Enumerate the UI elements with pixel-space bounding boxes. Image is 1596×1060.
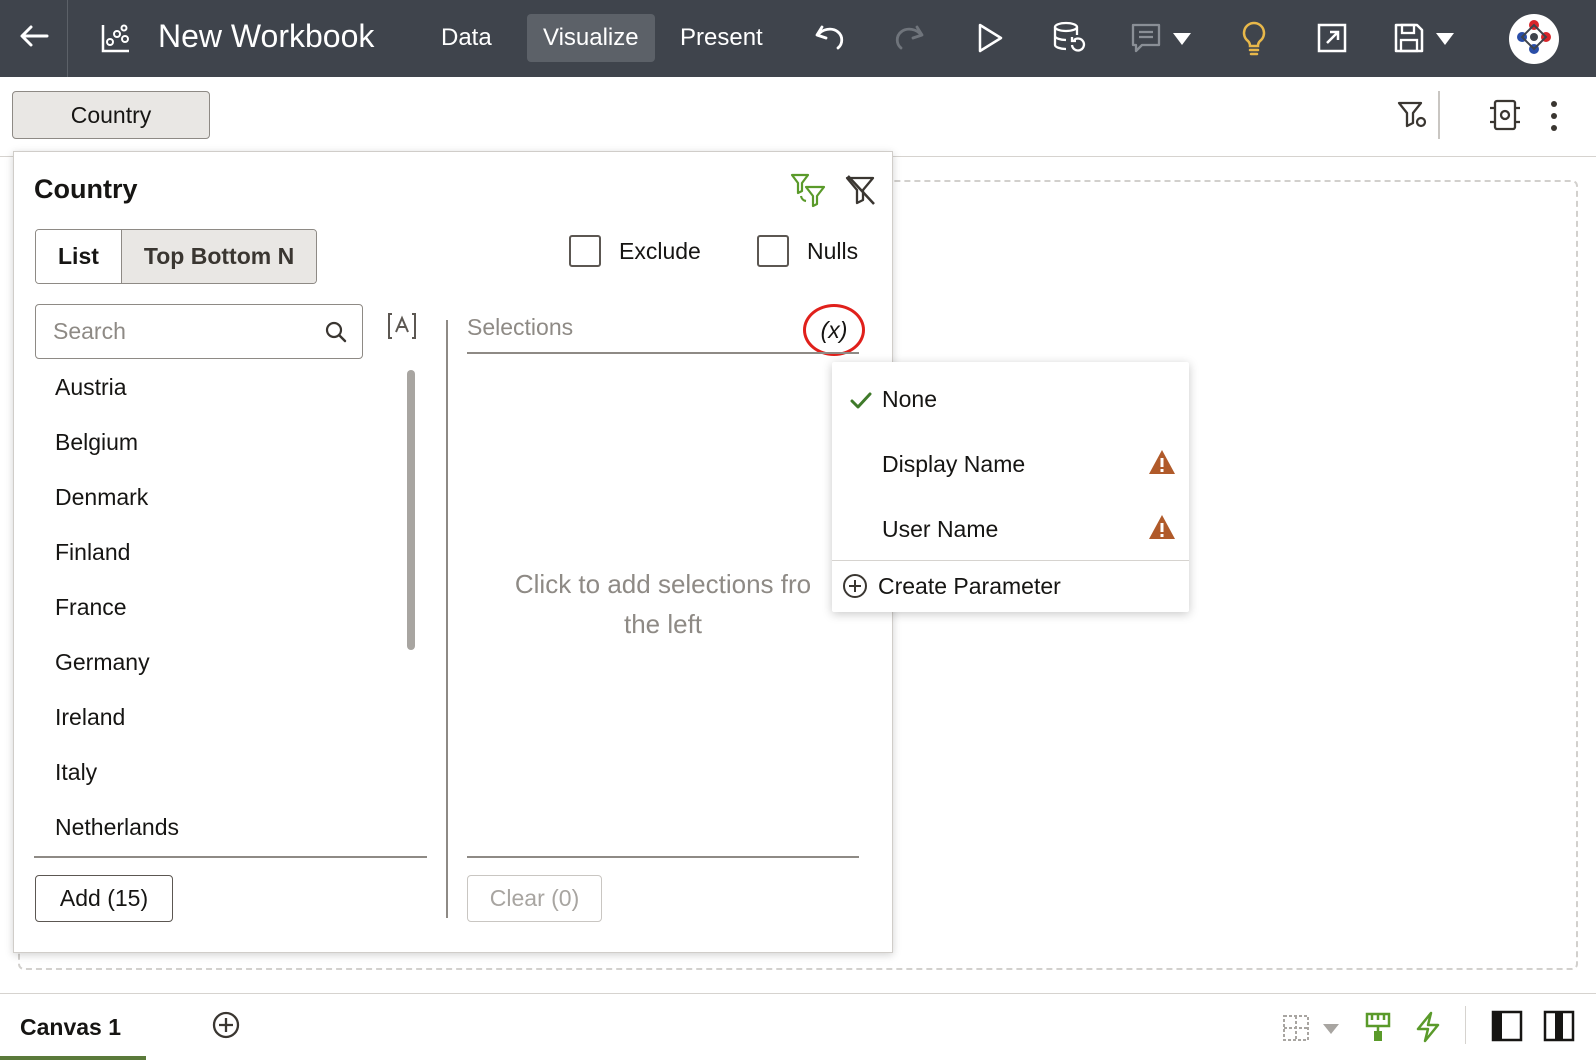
add-button[interactable]: Add (15) — [35, 875, 173, 922]
comment-icon[interactable] — [1130, 22, 1162, 54]
redo-icon[interactable] — [893, 23, 925, 53]
comment-dropdown-chevron-icon[interactable] — [1172, 32, 1192, 46]
menu-item-user-name[interactable]: User Name — [832, 497, 1189, 562]
search-icon — [324, 320, 348, 349]
list-item[interactable]: Belgium — [35, 415, 427, 470]
tab-top-bottom-n[interactable]: Top Bottom N — [120, 230, 317, 283]
parameter-menu: None Display Name User Name Create Param… — [832, 362, 1189, 612]
case-sensitive-icon[interactable] — [387, 312, 417, 345]
layout-dropdown-chevron-icon[interactable] — [1322, 1023, 1340, 1035]
list-scrollbar[interactable] — [407, 370, 415, 650]
tab-data[interactable]: Data — [425, 14, 508, 62]
bottom-bar-divider — [1465, 1006, 1466, 1044]
layout-grid-icon[interactable] — [1282, 1014, 1310, 1042]
list-item[interactable]: Finland — [35, 525, 427, 580]
avatar-logo-icon — [1514, 17, 1554, 62]
list-item[interactable]: Netherlands — [35, 800, 427, 855]
nulls-checkbox-box[interactable] — [757, 235, 789, 267]
save-dropdown-chevron-icon[interactable] — [1435, 32, 1455, 46]
warning-icon — [1147, 513, 1177, 547]
country-filter-panel: Country List Top Bottom N Exclude Nulls … — [13, 151, 893, 953]
list-item[interactable]: France — [35, 580, 427, 635]
format-brush-icon[interactable] — [1364, 1011, 1392, 1043]
menu-item-label: None — [882, 386, 937, 412]
tab-canvas-1[interactable]: Canvas 1 — [0, 994, 146, 1060]
workbook-icon — [100, 22, 132, 54]
properties-icon[interactable] — [1488, 98, 1522, 132]
exclude-checkbox[interactable]: Exclude — [569, 235, 701, 267]
country-list: Austria Belgium Denmark Finland France G… — [35, 360, 427, 860]
tab-present[interactable]: Present — [664, 14, 779, 62]
undo-icon[interactable] — [814, 23, 846, 53]
menu-item-label: Display Name — [882, 451, 1026, 477]
menu-item-label: User Name — [882, 516, 999, 542]
export-icon[interactable] — [1316, 22, 1348, 54]
filter-panel-title: Country — [34, 174, 138, 204]
exclude-checkbox-box[interactable] — [569, 235, 601, 267]
selections-bottom-divider — [467, 856, 859, 858]
selections-empty-message: Click to add selections fro the left — [467, 564, 859, 644]
country-filter-pill[interactable]: Country — [12, 91, 210, 139]
lightning-icon[interactable] — [1414, 1011, 1442, 1043]
search-field[interactable] — [35, 304, 363, 359]
more-vertical-icon[interactable] — [1550, 100, 1558, 132]
back-button[interactable] — [0, 0, 68, 77]
tab-visualize[interactable]: Visualize — [527, 14, 655, 62]
nulls-checkbox[interactable]: Nulls — [757, 235, 858, 267]
empty-message-line2: the left — [623, 609, 703, 639]
filter-bar: Country — [0, 77, 1596, 157]
play-icon[interactable] — [976, 22, 1004, 54]
panel-left-icon[interactable] — [1491, 1010, 1523, 1042]
clear-button[interactable]: Clear (0) — [467, 875, 602, 922]
filter-settings-icon[interactable] — [1396, 99, 1428, 131]
avatar[interactable] — [1509, 14, 1559, 64]
active-tab-indicator — [0, 1056, 146, 1060]
clear-filter-icon[interactable] — [844, 174, 876, 206]
list-item[interactable]: Denmark — [35, 470, 427, 525]
selections-divider — [467, 352, 859, 354]
auto-apply-filter-icon[interactable] — [790, 172, 826, 208]
save-icon[interactable] — [1393, 22, 1425, 54]
back-arrow-icon — [19, 24, 49, 53]
bottom-bar: Canvas 1 — [0, 993, 1596, 1060]
menu-item-none[interactable]: None — [832, 367, 1189, 432]
menu-item-display-name[interactable]: Display Name — [832, 432, 1189, 497]
panel-vertical-divider — [446, 320, 448, 918]
top-toolbar: New Workbook Data Visualize Present — [0, 0, 1596, 77]
parameter-button[interactable]: (x) — [803, 304, 865, 356]
filter-mode-toggle: List Top Bottom N — [35, 229, 318, 284]
exclude-label: Exclude — [619, 237, 701, 264]
nulls-label: Nulls — [807, 237, 859, 264]
list-item[interactable]: Italy — [35, 745, 427, 800]
list-item[interactable]: Germany — [35, 635, 427, 690]
filter-bar-divider — [1438, 91, 1440, 139]
data-refresh-icon[interactable] — [1052, 21, 1086, 55]
panel-split-icon[interactable] — [1543, 1010, 1575, 1042]
list-divider — [34, 856, 427, 858]
create-parameter-item[interactable]: Create Parameter — [832, 561, 1189, 611]
search-input[interactable] — [53, 318, 313, 345]
workbook-title[interactable]: New Workbook — [158, 18, 374, 55]
list-item[interactable]: Ireland — [35, 690, 427, 745]
lightbulb-icon[interactable] — [1240, 20, 1268, 56]
create-parameter-label: Create Parameter — [878, 572, 1061, 599]
check-icon — [850, 389, 872, 416]
warning-icon — [1147, 448, 1177, 482]
selections-label: Selections — [467, 314, 574, 340]
tab-list[interactable]: List — [36, 230, 121, 283]
add-canvas-icon[interactable] — [211, 1010, 241, 1040]
plus-circle-icon — [842, 573, 868, 605]
list-item[interactable]: Austria — [35, 360, 427, 415]
empty-message-line1: Click to add selections fro — [514, 569, 812, 599]
